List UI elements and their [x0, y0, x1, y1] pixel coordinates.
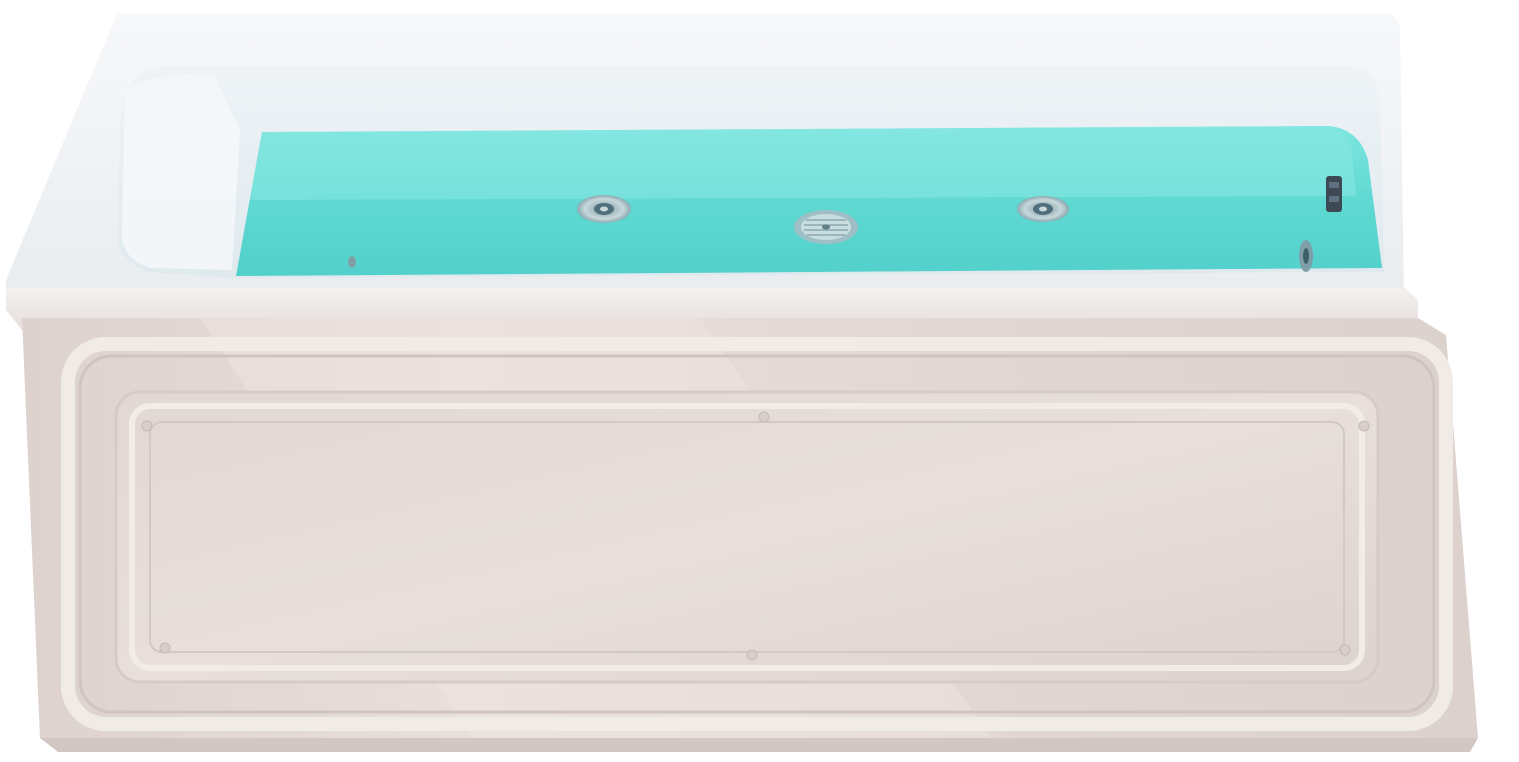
- screw-icon: [1339, 644, 1351, 656]
- basin-highlight: [122, 74, 240, 270]
- bathtub-illustration: [0, 0, 1519, 762]
- jet-left-icon: [577, 195, 631, 223]
- small-jet-icon: [348, 256, 356, 268]
- jet-side-icon: [1299, 240, 1313, 272]
- screw-icon: [141, 420, 153, 432]
- screw-icon: [159, 642, 171, 654]
- water-back-wall: [250, 126, 1356, 200]
- screw-icon: [758, 411, 770, 423]
- apron-inner-panel: [114, 390, 1380, 684]
- jet-right-icon: [1017, 196, 1069, 222]
- apron-bottom-edge: [40, 738, 1478, 752]
- screw-icon: [1358, 420, 1370, 432]
- control-panel-icon: [1326, 176, 1342, 212]
- drain-suction-icon: [794, 210, 858, 244]
- screw-icon: [746, 649, 758, 661]
- bathtub-photo: [0, 0, 1519, 762]
